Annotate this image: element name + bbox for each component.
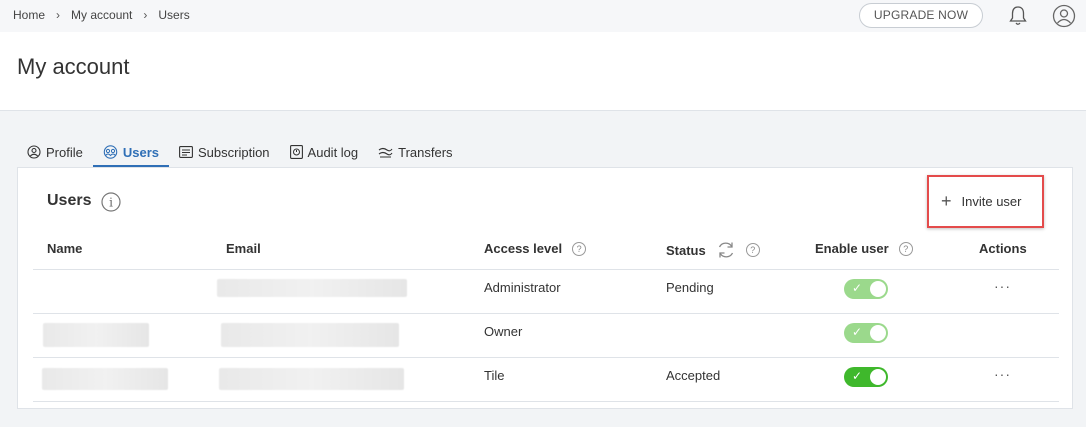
users-panel: Users i + Invite user Name Email Access …: [17, 167, 1073, 409]
toggle-knob: [870, 281, 886, 297]
status-cell: Pending: [666, 280, 714, 295]
audit-log-icon: [289, 145, 303, 159]
user-avatar-icon[interactable]: [1052, 4, 1076, 28]
plus-icon: +: [941, 191, 952, 211]
user-circle-icon: [27, 145, 41, 159]
list-box-icon: [179, 146, 193, 158]
column-label: Email: [226, 241, 261, 256]
tab-users[interactable]: Users: [92, 137, 170, 167]
page-title: My account: [17, 54, 130, 79]
chevron-right-icon: ›: [56, 8, 61, 22]
divider: [33, 269, 1059, 270]
chevron-right-icon: ›: [143, 8, 148, 22]
column-label: Access level: [484, 241, 563, 256]
breadcrumb: Home › My account › Users: [13, 8, 190, 22]
invite-user-label: Invite user: [961, 193, 1022, 209]
tab-label: Audit log: [307, 144, 359, 160]
toggle-knob: [870, 325, 886, 341]
status-cell: Accepted: [666, 368, 721, 383]
column-header-access-level[interactable]: Access level ?: [484, 241, 587, 256]
tab-label: Users: [122, 144, 159, 160]
more-actions-icon[interactable]: ···: [994, 366, 1011, 382]
help-icon[interactable]: ?: [898, 241, 913, 256]
email-redacted: [221, 323, 399, 347]
tab-audit-log[interactable]: Audit log: [280, 137, 369, 167]
invite-user-button[interactable]: + Invite user: [941, 191, 1022, 211]
tab-transfers[interactable]: Transfers: [368, 137, 462, 167]
name-redacted: [43, 323, 149, 347]
divider: [33, 401, 1059, 402]
tab-label: Transfers: [398, 144, 453, 160]
column-label: Actions: [979, 241, 1027, 256]
access-level-cell: Owner: [484, 324, 523, 339]
account-tabs: Profile Users Subscription Audit log Tra…: [17, 137, 463, 167]
enable-user-toggle[interactable]: ✓: [844, 279, 888, 299]
breadcrumb-my-account[interactable]: My account: [71, 8, 132, 22]
bell-icon[interactable]: [1008, 5, 1028, 27]
enable-user-toggle[interactable]: ✓: [844, 367, 888, 387]
divider: [33, 313, 1059, 314]
column-label: Name: [47, 241, 83, 256]
toggle-knob: [870, 369, 886, 385]
breadcrumb-home[interactable]: Home: [13, 8, 45, 22]
check-icon: ✓: [852, 325, 863, 339]
name-redacted: [42, 368, 168, 390]
divider: [33, 357, 1059, 358]
check-icon: ✓: [852, 369, 863, 383]
check-icon: ✓: [852, 281, 863, 295]
column-header-name[interactable]: Name: [47, 241, 82, 256]
users-icon: [103, 145, 118, 159]
refresh-icon[interactable]: [716, 241, 736, 259]
info-icon[interactable]: i: [101, 192, 121, 212]
invite-user-highlight: + Invite user: [927, 175, 1044, 228]
panel-title: Users: [47, 192, 92, 209]
upgrade-now-button[interactable]: UPGRADE NOW: [859, 3, 983, 28]
column-label: Status: [666, 242, 706, 258]
column-header-email[interactable]: Email: [226, 241, 261, 256]
email-redacted: [217, 279, 407, 297]
tab-profile[interactable]: Profile: [17, 137, 93, 167]
more-actions-icon[interactable]: ···: [994, 278, 1011, 294]
breadcrumb-users: Users: [158, 8, 190, 22]
email-redacted: [219, 368, 404, 390]
top-bar: Home › My account › Users UPGRADE NOW: [0, 0, 1086, 32]
access-level-cell: Administrator: [484, 280, 561, 295]
tab-label: Profile: [46, 144, 83, 160]
enable-user-toggle: ✓: [844, 323, 888, 343]
column-label: Enable user: [815, 241, 889, 256]
tab-subscription[interactable]: Subscription: [169, 137, 280, 167]
column-header-status[interactable]: Status ?: [666, 241, 760, 259]
column-header-actions: Actions: [979, 241, 1027, 256]
access-level-cell: Tile: [484, 368, 505, 383]
svg-text:i: i: [109, 196, 113, 210]
tab-label: Subscription: [198, 144, 270, 160]
help-icon[interactable]: ?: [745, 243, 760, 257]
column-header-enable-user[interactable]: Enable user ?: [815, 241, 913, 256]
help-icon[interactable]: ?: [572, 241, 587, 256]
page-header: My account: [0, 32, 1086, 111]
transfers-icon: [378, 147, 393, 158]
